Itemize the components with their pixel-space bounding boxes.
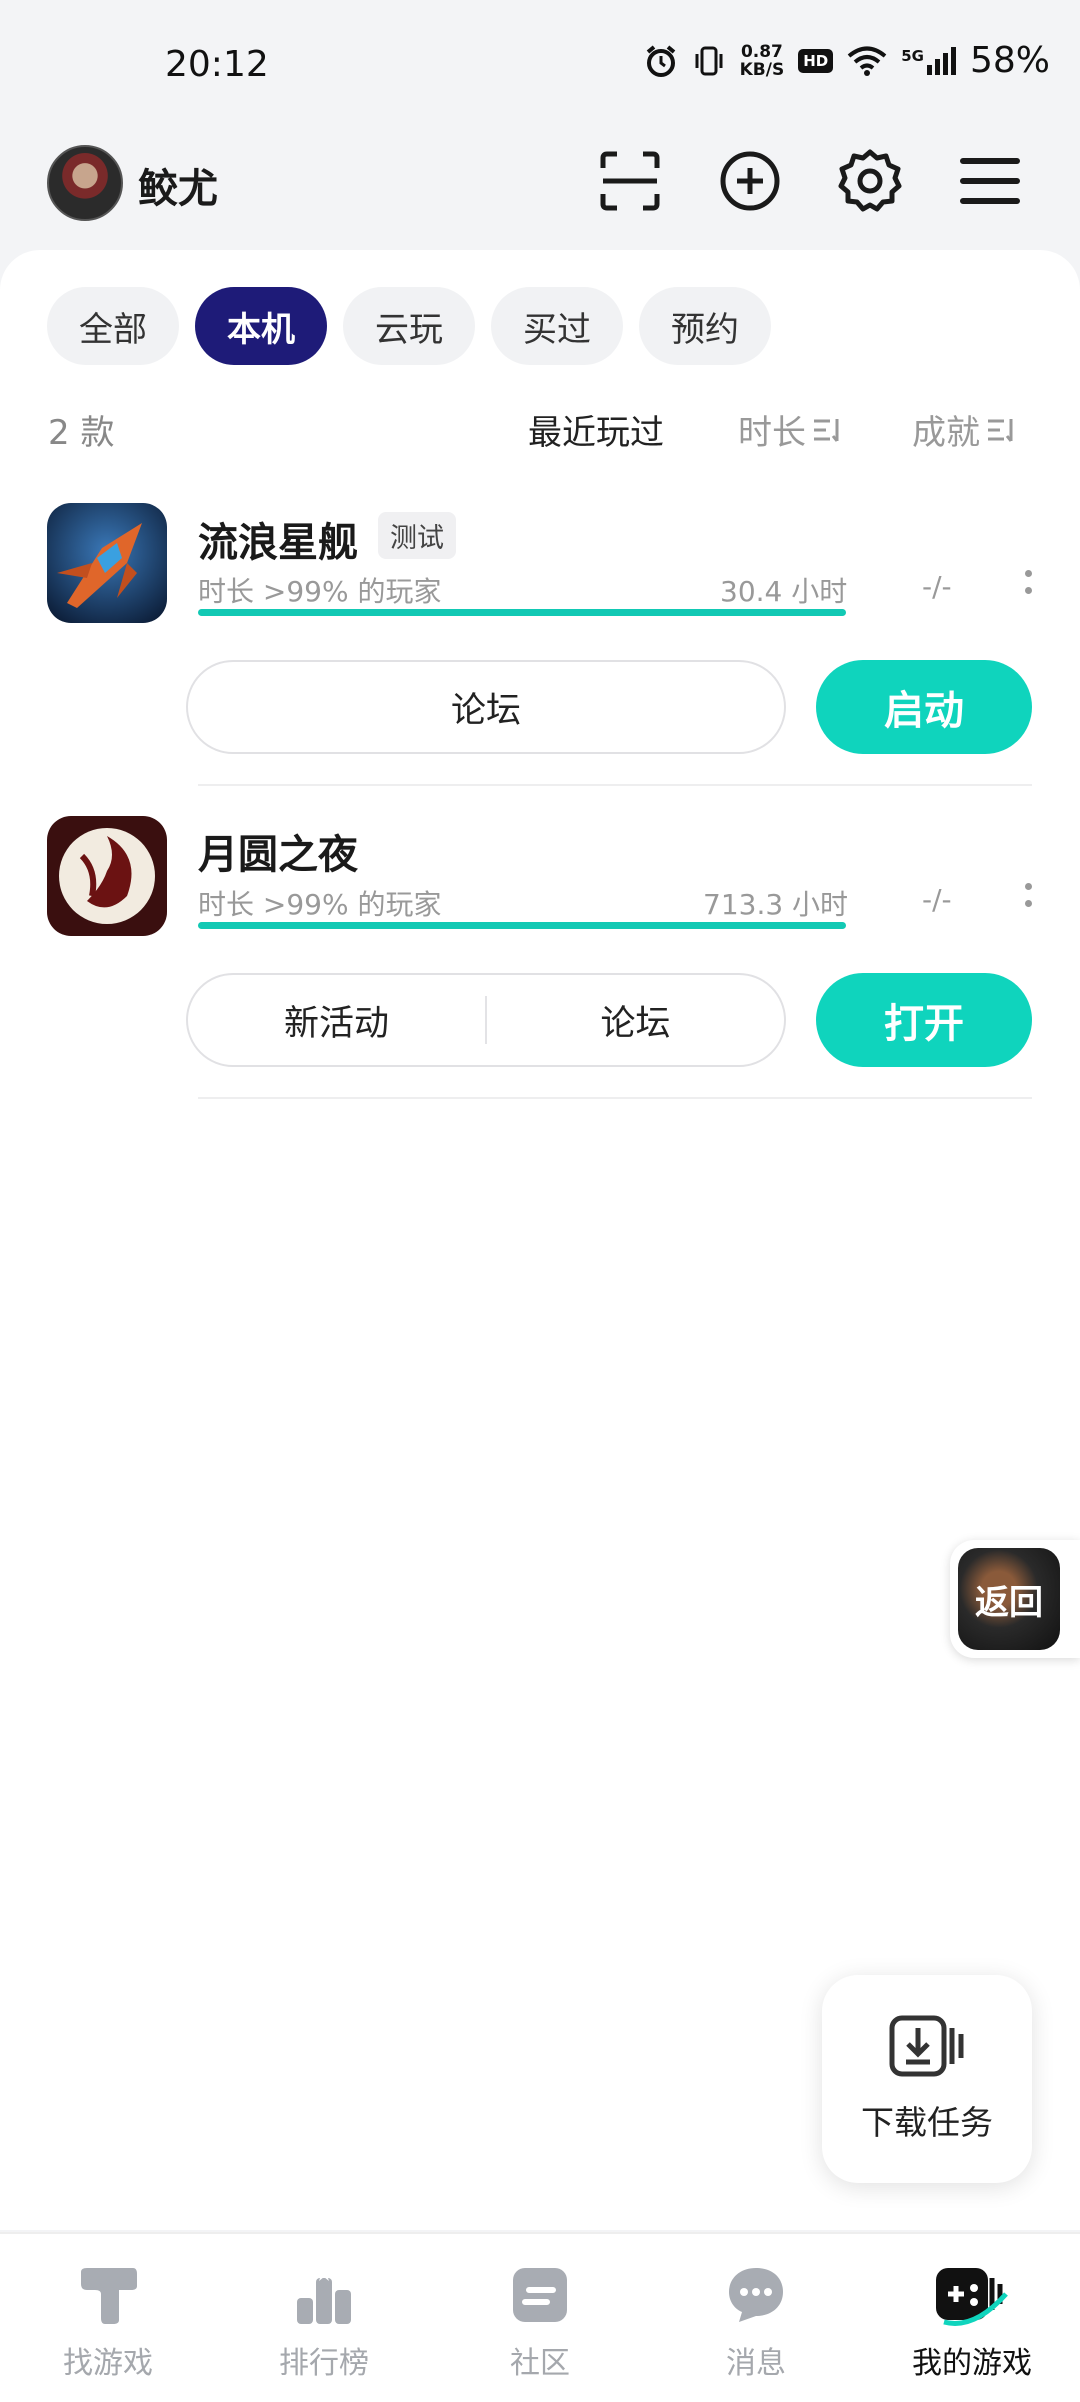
nav-label: 排行榜 bbox=[279, 2346, 369, 2381]
download-icon bbox=[889, 2015, 964, 2077]
avatar[interactable] bbox=[47, 145, 123, 221]
sort-recent[interactable]: 最近玩过 bbox=[528, 405, 664, 454]
nav-label: 找游戏 bbox=[63, 2346, 153, 2381]
nav-rankings[interactable]: 排行榜 bbox=[216, 2234, 432, 2402]
nav-label: 社区 bbox=[510, 2346, 570, 2381]
filter-chips: 全部 本机 云玩 买过 预约 bbox=[47, 287, 771, 365]
achievement-value: -/- bbox=[922, 883, 952, 916]
community-icon bbox=[513, 2268, 567, 2322]
play-hours: 30.4 小时 bbox=[720, 575, 848, 608]
alarm-icon bbox=[646, 44, 675, 77]
settings-gear-icon[interactable] bbox=[834, 145, 906, 217]
row-divider bbox=[198, 1097, 1032, 1099]
game-title[interactable]: 月圆之夜 bbox=[198, 822, 358, 880]
game-subtitle: 时长 >99% 的玩家 bbox=[198, 888, 442, 921]
play-hours: 713.3 小时 bbox=[703, 888, 849, 921]
forum-button[interactable]: 论坛 bbox=[186, 660, 786, 754]
play-progress-bar bbox=[198, 609, 846, 616]
chip-purchased[interactable]: 买过 bbox=[491, 287, 623, 365]
forum-button[interactable]: 论坛 bbox=[487, 995, 784, 1046]
signal-icon: 5G bbox=[901, 46, 956, 75]
chip-cloud[interactable]: 云玩 bbox=[343, 287, 475, 365]
scan-icon[interactable] bbox=[594, 145, 666, 217]
username: 鲛尤 bbox=[138, 166, 218, 212]
status-icons: 0.87 KB/S HD 5G 58% bbox=[644, 40, 1050, 81]
bottom-nav: 找游戏 排行榜 社区 消息 我的游戏 bbox=[0, 2232, 1080, 2402]
achievement-value: -/- bbox=[922, 570, 952, 603]
sort-duration[interactable]: 时长 bbox=[738, 405, 842, 454]
chip-local[interactable]: 本机 bbox=[195, 287, 327, 365]
network-type: 5G bbox=[901, 46, 924, 65]
row-divider bbox=[198, 784, 1032, 786]
net-speed: 0.87 KB/S bbox=[740, 43, 785, 79]
return-float: 返回 bbox=[950, 1540, 1080, 1658]
sort-icon bbox=[988, 418, 1013, 442]
chip-all[interactable]: 全部 bbox=[47, 287, 179, 365]
game-subtitle: 时长 >99% 的玩家 bbox=[198, 575, 442, 608]
rankings-icon bbox=[297, 2266, 351, 2324]
more-options-icon[interactable] bbox=[1024, 883, 1032, 907]
wifi-icon bbox=[847, 46, 887, 76]
open-button[interactable]: 打开 bbox=[816, 973, 1032, 1067]
secondary-actions: 新活动 论坛 bbox=[186, 973, 786, 1067]
new-activity-button[interactable]: 新活动 bbox=[188, 995, 485, 1046]
add-circle-icon[interactable] bbox=[714, 145, 786, 217]
game-count: 2 款 bbox=[48, 413, 115, 453]
game-icon-wandering-starship[interactable] bbox=[47, 503, 167, 623]
vibrate-icon bbox=[695, 46, 723, 75]
nav-find-games[interactable]: 找游戏 bbox=[0, 2234, 216, 2402]
forum-button-label: 论坛 bbox=[450, 690, 521, 731]
test-tag: 测试 bbox=[378, 512, 456, 559]
menu-icon[interactable] bbox=[954, 145, 1026, 217]
more-options-icon[interactable] bbox=[1024, 570, 1032, 594]
download-tasks-label: 下载任务 bbox=[861, 2103, 993, 2142]
net-speed-value: 0.87 bbox=[740, 41, 783, 62]
nav-community[interactable]: 社区 bbox=[432, 2234, 648, 2402]
sort-icon bbox=[814, 418, 839, 442]
nav-label: 我的游戏 bbox=[912, 2346, 1032, 2381]
my-games-icon bbox=[936, 2268, 1008, 2326]
nav-my-games[interactable]: 我的游戏 bbox=[864, 2234, 1080, 2402]
launch-button[interactable]: 启动 bbox=[816, 660, 1032, 754]
sort-achievement[interactable]: 成就 bbox=[912, 405, 1016, 454]
nav-messages[interactable]: 消息 bbox=[648, 2234, 864, 2402]
nav-label: 消息 bbox=[726, 2346, 786, 2381]
messages-icon bbox=[729, 2268, 783, 2322]
battery-level: 58% bbox=[969, 40, 1050, 81]
play-progress-bar bbox=[198, 922, 846, 929]
net-speed-unit: KB/S bbox=[739, 59, 785, 80]
game-icon-full-moon-night[interactable] bbox=[47, 816, 167, 936]
game-title[interactable]: 流浪星舰 bbox=[198, 510, 358, 568]
hd-badge: HD bbox=[798, 48, 834, 73]
find-games-icon bbox=[81, 2268, 137, 2324]
status-time: 20:12 bbox=[165, 44, 269, 85]
return-button[interactable]: 返回 bbox=[958, 1548, 1060, 1650]
sort-duration-label: 时长 bbox=[738, 413, 806, 453]
chip-reserved[interactable]: 预约 bbox=[639, 287, 771, 365]
sort-recent-label: 最近玩过 bbox=[528, 413, 664, 453]
sort-achievement-label: 成就 bbox=[912, 413, 980, 453]
download-tasks-button[interactable]: 下载任务 bbox=[822, 1975, 1032, 2183]
